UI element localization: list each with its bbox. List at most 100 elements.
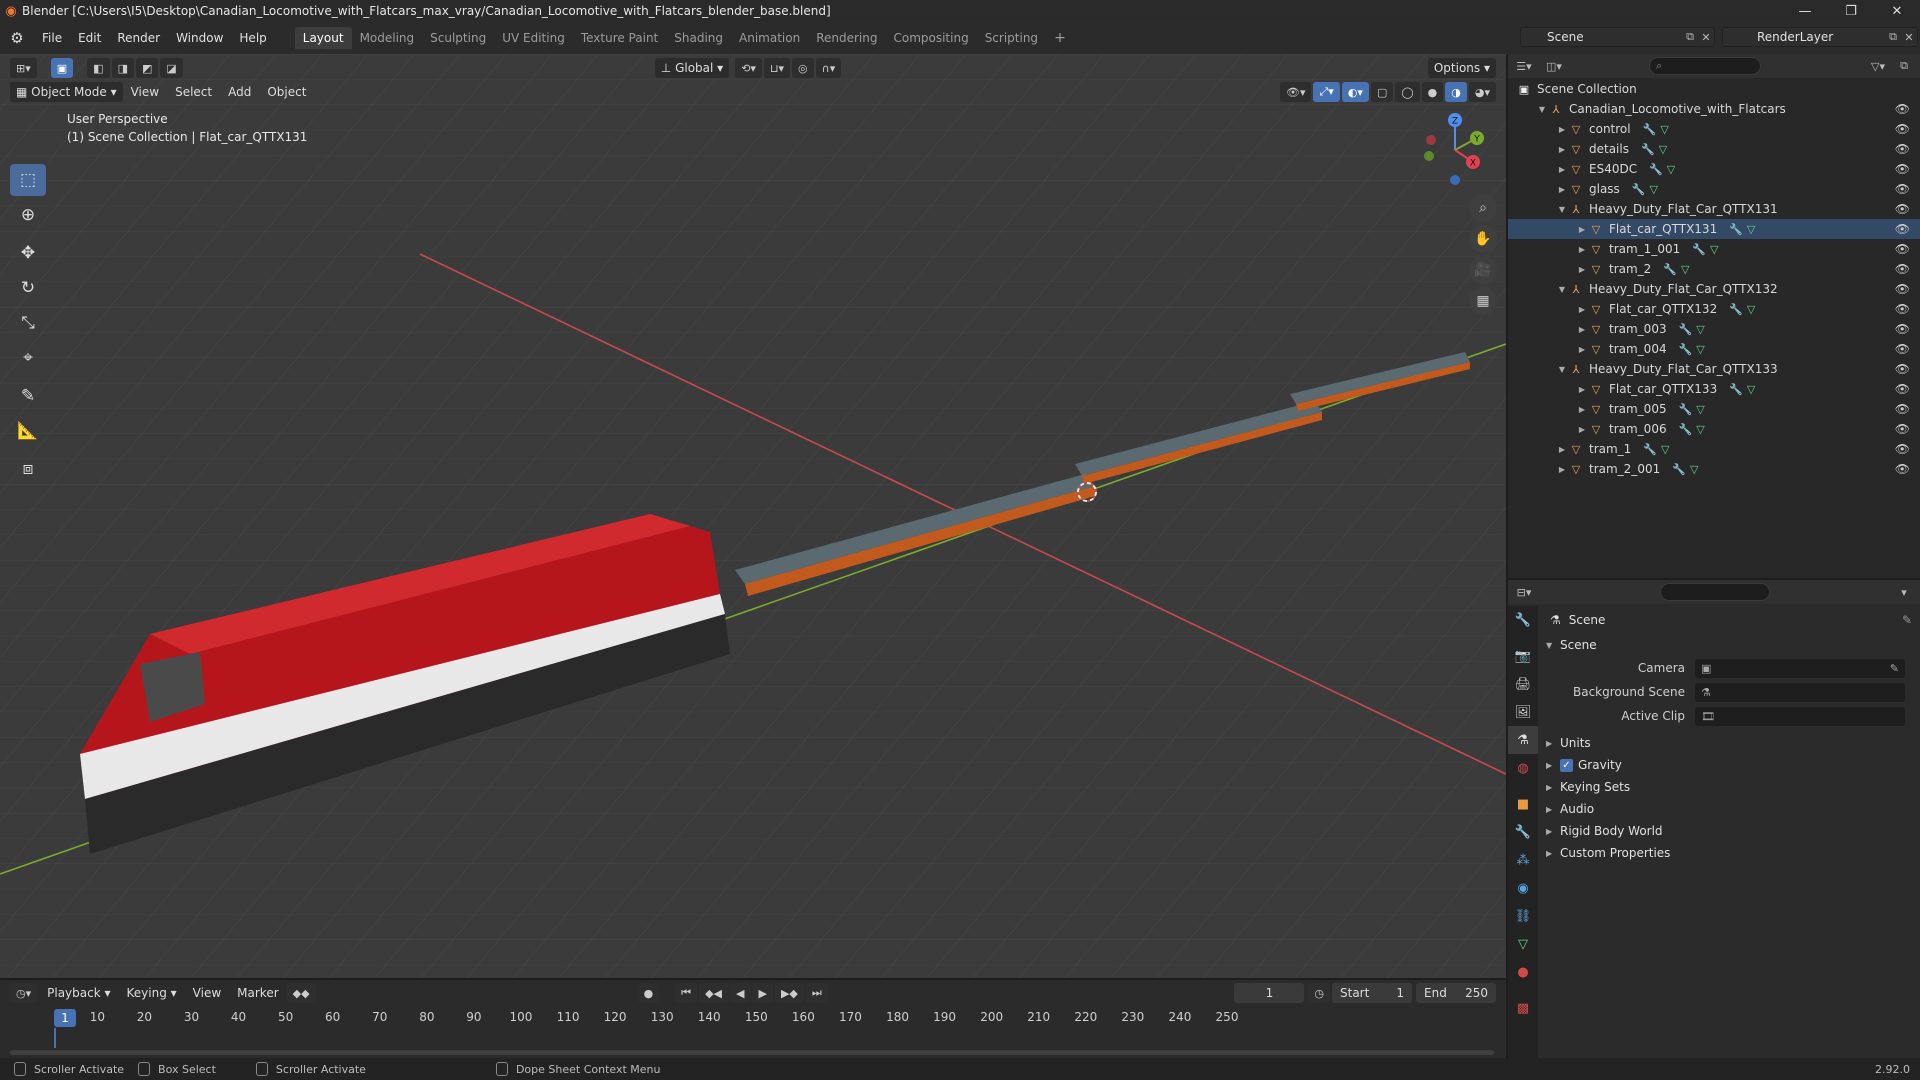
modifier-icon[interactable]: 🔧 [1641, 143, 1659, 156]
render-layer-selector[interactable]: RenderLayer ⧉ ✕ [1722, 27, 1918, 47]
visibility-eye-icon[interactable]: 👁 [1895, 382, 1910, 396]
timeline-menu-view[interactable]: View [185, 986, 229, 1000]
particles-tab-icon[interactable]: ⁂ [1508, 846, 1538, 874]
subpanel-header[interactable]: ▶ Custom Properties [1540, 842, 1920, 864]
mesh-data-icon[interactable]: ▽ [1747, 303, 1755, 316]
modifier-icon[interactable]: 🔧 [1649, 163, 1667, 176]
tab-uv-editing[interactable]: UV Editing [494, 27, 573, 49]
select-new-button[interactable]: ◧ [87, 58, 110, 78]
camera-input[interactable]: ▣ ✎ [1695, 658, 1905, 678]
tab-scripting[interactable]: Scripting [977, 27, 1046, 49]
expand-arrow-icon[interactable]: ▶ [1576, 405, 1588, 414]
new-layer-icon[interactable]: ⧉ [1885, 29, 1901, 45]
modifier-icon[interactable]: 🔧 [1729, 383, 1747, 396]
expand-arrow-icon[interactable]: ▶ [1576, 345, 1588, 354]
expand-arrow-icon[interactable]: ▶ [1556, 145, 1568, 154]
outliner-row[interactable]: ▶ ▽ tram_2_001 🔧 ▽ 👁 [1508, 459, 1920, 479]
select-mode-button[interactable]: ▣ [50, 58, 74, 78]
xray-toggle-icon[interactable]: ▢ [1370, 82, 1394, 102]
visibility-eye-icon[interactable]: 👁 [1895, 242, 1910, 256]
expand-arrow-icon[interactable]: ▶ [1556, 445, 1568, 454]
select-subtract-button[interactable]: ◩ [135, 58, 159, 78]
viewport-menu-select[interactable]: Select [167, 85, 220, 99]
record-icon[interactable]: ● [637, 983, 660, 1003]
solid-shading-icon[interactable]: ● [1421, 82, 1444, 102]
modifier-icon[interactable]: 🔧 [1663, 263, 1681, 276]
filter-icon[interactable]: ▽▾ [1870, 58, 1886, 74]
tab-texture-paint[interactable]: Texture Paint [573, 27, 666, 49]
menu-file[interactable]: File [34, 27, 70, 49]
select-box-tool-icon[interactable]: ⬚ [10, 164, 46, 196]
outliner-row[interactable]: ▼ ⅄ Heavy_Duty_Flat_Car_QTTX131 👁 [1508, 199, 1920, 219]
visibility-eye-icon[interactable]: 👁 [1895, 222, 1910, 236]
mesh-data-icon[interactable]: ▽ [1690, 463, 1698, 476]
tab-shading[interactable]: Shading [666, 27, 731, 49]
outliner-row[interactable]: ▶ ▽ Flat_car_QTTX131 🔧 ▽ 👁 [1508, 219, 1920, 239]
visibility-eye-icon[interactable]: 👁 [1895, 362, 1910, 376]
expand-arrow-icon[interactable]: ▶ [1556, 125, 1568, 134]
snap-icon[interactable]: ⊔▾ [763, 58, 791, 78]
close-button[interactable]: ✕ [1874, 0, 1920, 22]
pivot-point-icon[interactable]: ⟲▾ [735, 58, 762, 78]
material-tab-icon[interactable]: ● [1508, 958, 1538, 986]
object-mode-dropdown[interactable]: ▦ Object Mode ▾ [10, 82, 123, 102]
display-mode-icon[interactable]: ◫▾ [1546, 58, 1562, 74]
outliner-row[interactable]: ▶ ▽ details 🔧 ▽ 👁 [1508, 139, 1920, 159]
jump-end-icon[interactable]: ⏭ [805, 983, 828, 1003]
visibility-eye-icon[interactable]: 👁 [1895, 202, 1910, 216]
modifier-icon[interactable]: 🔧 [1643, 123, 1661, 136]
blender-menu-icon[interactable]: ⚙ [0, 29, 34, 47]
modifier-icon[interactable]: 🔧 [1692, 243, 1710, 256]
tool-properties-tab-icon[interactable]: 🔧 [1508, 606, 1538, 634]
outliner-row[interactable]: ▶ ▽ Flat_car_QTTX132 🔧 ▽ 👁 [1508, 299, 1920, 319]
gizmo-toggle-icon[interactable]: ⤢▾ [1313, 82, 1340, 102]
tab-compositing[interactable]: Compositing [885, 27, 976, 49]
constraints-tab-icon[interactable]: ⛓ [1508, 902, 1538, 930]
select-intersect-button[interactable]: ◪ [160, 58, 183, 78]
wireframe-shading-icon[interactable]: ◯ [1395, 82, 1420, 102]
properties-search-input[interactable] [1660, 583, 1770, 601]
prev-keyframe-icon[interactable]: ◆◀ [699, 983, 728, 1003]
scene-properties-tab-icon[interactable]: ⚗ [1508, 726, 1538, 754]
scale-tool-icon[interactable]: ⤡ [10, 307, 46, 339]
modifier-icon[interactable]: 🔧 [1679, 403, 1697, 416]
mesh-data-icon[interactable]: ▽ [1696, 403, 1704, 416]
add-cube-tool-icon[interactable]: ⧈ [10, 453, 46, 485]
next-keyframe-icon[interactable]: ▶◆ [774, 983, 804, 1003]
outliner-row[interactable]: ▶ ▽ tram_005 🔧 ▽ 👁 [1508, 399, 1920, 419]
scene-section-header[interactable]: ▼ Scene [1540, 634, 1920, 656]
visibility-eye-icon[interactable]: 👁 [1895, 182, 1910, 196]
visibility-eye-icon[interactable]: 👁 [1895, 282, 1910, 296]
tab-animation[interactable]: Animation [731, 27, 808, 49]
gravity-checkbox[interactable]: ✓ [1560, 758, 1573, 772]
expand-arrow-icon[interactable]: ▶ [1576, 245, 1588, 254]
object-data-tab-icon[interactable]: ▽ [1508, 930, 1538, 958]
options-dropdown[interactable]: Options ▾ [1427, 58, 1496, 78]
visibility-eye-icon[interactable]: 👁 [1895, 162, 1910, 176]
expand-arrow-icon[interactable]: ▶ [1556, 185, 1568, 194]
subpanel-header[interactable]: ▶ Audio [1540, 798, 1920, 820]
visibility-eye-icon[interactable]: 👁 [1895, 402, 1910, 416]
world-properties-tab-icon[interactable]: ◍ [1508, 754, 1538, 782]
pan-hand-icon[interactable]: ✋ [1469, 225, 1497, 253]
modifier-properties-tab-icon[interactable]: 🔧 [1508, 818, 1538, 846]
play-icon[interactable]: ▶ [752, 983, 773, 1003]
current-frame-field[interactable]: 1 [1234, 983, 1305, 1003]
timeline-menu-keying[interactable]: Keying ▾ [119, 986, 185, 1000]
add-workspace-button[interactable]: + [1046, 27, 1074, 49]
visibility-eye-icon[interactable]: 👁 [1895, 422, 1910, 436]
visibility-eye-icon[interactable]: 👁 [1895, 102, 1910, 116]
outliner-row[interactable]: ▼ ⅄ Canadian_Locomotive_with_Flatcars 👁 [1508, 99, 1920, 119]
playhead-frame-indicator[interactable]: 1 [54, 1009, 76, 1027]
modifier-icon[interactable]: 🔧 [1643, 443, 1661, 456]
mesh-data-icon[interactable]: ▽ [1710, 243, 1718, 256]
expand-arrow-icon[interactable]: ▶ [1576, 225, 1588, 234]
modifier-icon[interactable]: 🔧 [1679, 343, 1697, 356]
expand-arrow-icon[interactable]: ▶ [1576, 305, 1588, 314]
visibility-eye-icon[interactable]: 👁 [1895, 122, 1910, 136]
expand-arrow-icon[interactable]: ▶ [1576, 425, 1588, 434]
mesh-data-icon[interactable]: ▽ [1696, 323, 1704, 336]
outliner-row[interactable]: ▶ ▽ tram_2 🔧 ▽ 👁 [1508, 259, 1920, 279]
outliner-editor-icon[interactable]: ☰▾ [1516, 58, 1532, 74]
viewport-menu-add[interactable]: Add [220, 85, 259, 99]
